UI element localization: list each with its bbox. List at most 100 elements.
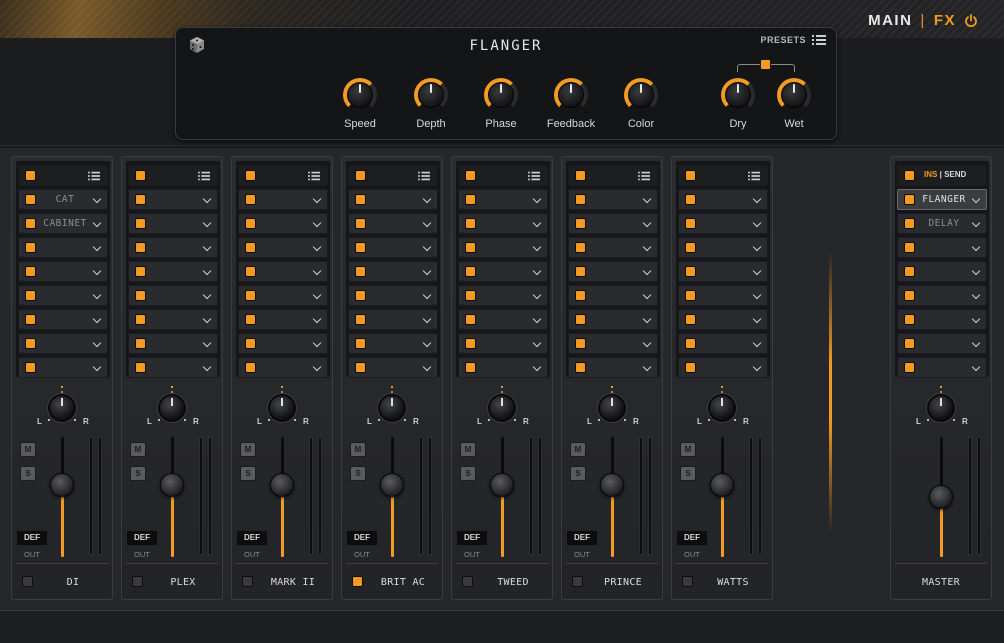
chevron-down-icon[interactable]: [534, 340, 541, 347]
slot-enable-toggle[interactable]: [135, 218, 146, 229]
pan-knob[interactable]: [708, 394, 736, 422]
chevron-down-icon[interactable]: [754, 196, 761, 203]
insert-slot[interactable]: [128, 309, 218, 330]
knob-dial[interactable]: [721, 78, 755, 112]
chevron-down-icon[interactable]: [314, 292, 321, 299]
chevron-down-icon[interactable]: [534, 244, 541, 251]
chevron-down-icon[interactable]: [94, 292, 101, 299]
slot-enable-toggle[interactable]: [904, 290, 915, 301]
knob-dry[interactable]: Dry: [708, 78, 768, 130]
chevron-down-icon[interactable]: [204, 268, 211, 275]
chevron-down-icon[interactable]: [644, 244, 651, 251]
insert-bypass-toggle[interactable]: [685, 170, 696, 181]
knob-dial[interactable]: [484, 78, 518, 112]
chevron-down-icon[interactable]: [314, 268, 321, 275]
slot-enable-toggle[interactable]: [575, 266, 586, 277]
insert-slot[interactable]: [897, 261, 987, 282]
chevron-down-icon[interactable]: [94, 316, 101, 323]
insert-slot[interactable]: [18, 285, 108, 306]
insert-slot[interactable]: [238, 261, 328, 282]
mute-button[interactable]: M: [460, 442, 476, 457]
chevron-down-icon[interactable]: [204, 196, 211, 203]
insert-slot[interactable]: [678, 213, 768, 234]
chevron-down-icon[interactable]: [973, 364, 980, 371]
insert-slot[interactable]: [568, 309, 658, 330]
insert-slot[interactable]: [568, 189, 658, 210]
insert-slot[interactable]: [238, 237, 328, 258]
insert-slot[interactable]: DELAY: [897, 213, 987, 234]
slot-enable-toggle[interactable]: [685, 266, 696, 277]
chevron-down-icon[interactable]: [94, 244, 101, 251]
slot-enable-toggle[interactable]: [25, 194, 36, 205]
insert-slot[interactable]: [897, 237, 987, 258]
chevron-down-icon[interactable]: [973, 244, 980, 251]
slot-enable-toggle[interactable]: [25, 338, 36, 349]
slot-enable-toggle[interactable]: [355, 242, 366, 253]
output-select-button[interactable]: DEF: [127, 531, 157, 545]
slot-enable-toggle[interactable]: [575, 290, 586, 301]
chevron-down-icon[interactable]: [314, 316, 321, 323]
slot-enable-toggle[interactable]: [245, 362, 256, 373]
slot-enable-toggle[interactable]: [575, 314, 586, 325]
insert-bypass-toggle[interactable]: [465, 170, 476, 181]
insert-slot[interactable]: CABINET: [18, 213, 108, 234]
insert-slot[interactable]: [568, 213, 658, 234]
insert-bypass-toggle[interactable]: [575, 170, 586, 181]
slot-enable-toggle[interactable]: [355, 290, 366, 301]
slot-enable-toggle[interactable]: [355, 362, 366, 373]
output-select-button[interactable]: DEF: [677, 531, 707, 545]
knob-phase[interactable]: Phase: [471, 78, 531, 130]
insert-slot[interactable]: [897, 357, 987, 378]
list-icon[interactable]: [308, 171, 320, 181]
insert-slot[interactable]: [678, 237, 768, 258]
insert-slot[interactable]: [458, 285, 548, 306]
knob-wet[interactable]: Wet: [764, 78, 824, 130]
solo-button[interactable]: S: [240, 466, 256, 481]
insert-bypass-toggle[interactable]: [135, 170, 146, 181]
chevron-down-icon[interactable]: [973, 220, 980, 227]
chevron-down-icon[interactable]: [534, 316, 541, 323]
mute-button[interactable]: M: [570, 442, 586, 457]
insert-bypass-toggle[interactable]: [355, 170, 366, 181]
chevron-down-icon[interactable]: [644, 196, 651, 203]
insert-slot[interactable]: [458, 189, 548, 210]
chevron-down-icon[interactable]: [424, 268, 431, 275]
slot-enable-toggle[interactable]: [904, 194, 915, 205]
fx-view-button[interactable]: FX: [934, 12, 956, 29]
output-select-button[interactable]: DEF: [237, 531, 267, 545]
knob-dial[interactable]: [624, 78, 658, 112]
solo-button[interactable]: S: [680, 466, 696, 481]
chevron-down-icon[interactable]: [644, 340, 651, 347]
chevron-down-icon[interactable]: [314, 220, 321, 227]
insert-slot[interactable]: [348, 333, 438, 354]
insert-slot[interactable]: CAT: [18, 189, 108, 210]
slot-enable-toggle[interactable]: [904, 362, 915, 373]
slot-enable-toggle[interactable]: [25, 290, 36, 301]
presets-button[interactable]: PRESETS: [760, 35, 826, 45]
list-icon[interactable]: [638, 171, 650, 181]
list-icon[interactable]: [88, 171, 100, 181]
chevron-down-icon[interactable]: [424, 292, 431, 299]
chevron-down-icon[interactable]: [204, 340, 211, 347]
slot-enable-toggle[interactable]: [355, 338, 366, 349]
insert-slot[interactable]: [128, 213, 218, 234]
slot-enable-toggle[interactable]: [685, 314, 696, 325]
slot-enable-toggle[interactable]: [25, 266, 36, 277]
mute-button[interactable]: M: [680, 442, 696, 457]
chevron-down-icon[interactable]: [754, 244, 761, 251]
pan-knob[interactable]: [268, 394, 296, 422]
insert-slot[interactable]: [348, 285, 438, 306]
knob-dial[interactable]: [343, 78, 377, 112]
slot-enable-toggle[interactable]: [465, 314, 476, 325]
slot-enable-toggle[interactable]: [135, 314, 146, 325]
mute-button[interactable]: M: [20, 442, 36, 457]
slot-enable-toggle[interactable]: [355, 218, 366, 229]
insert-slot[interactable]: [128, 357, 218, 378]
volume-fader[interactable]: [270, 473, 294, 497]
chevron-down-icon[interactable]: [534, 292, 541, 299]
chevron-down-icon[interactable]: [94, 340, 101, 347]
slot-enable-toggle[interactable]: [245, 242, 256, 253]
knob-dial[interactable]: [414, 78, 448, 112]
volume-fader[interactable]: [710, 473, 734, 497]
channel-enable-toggle[interactable]: [22, 576, 33, 587]
